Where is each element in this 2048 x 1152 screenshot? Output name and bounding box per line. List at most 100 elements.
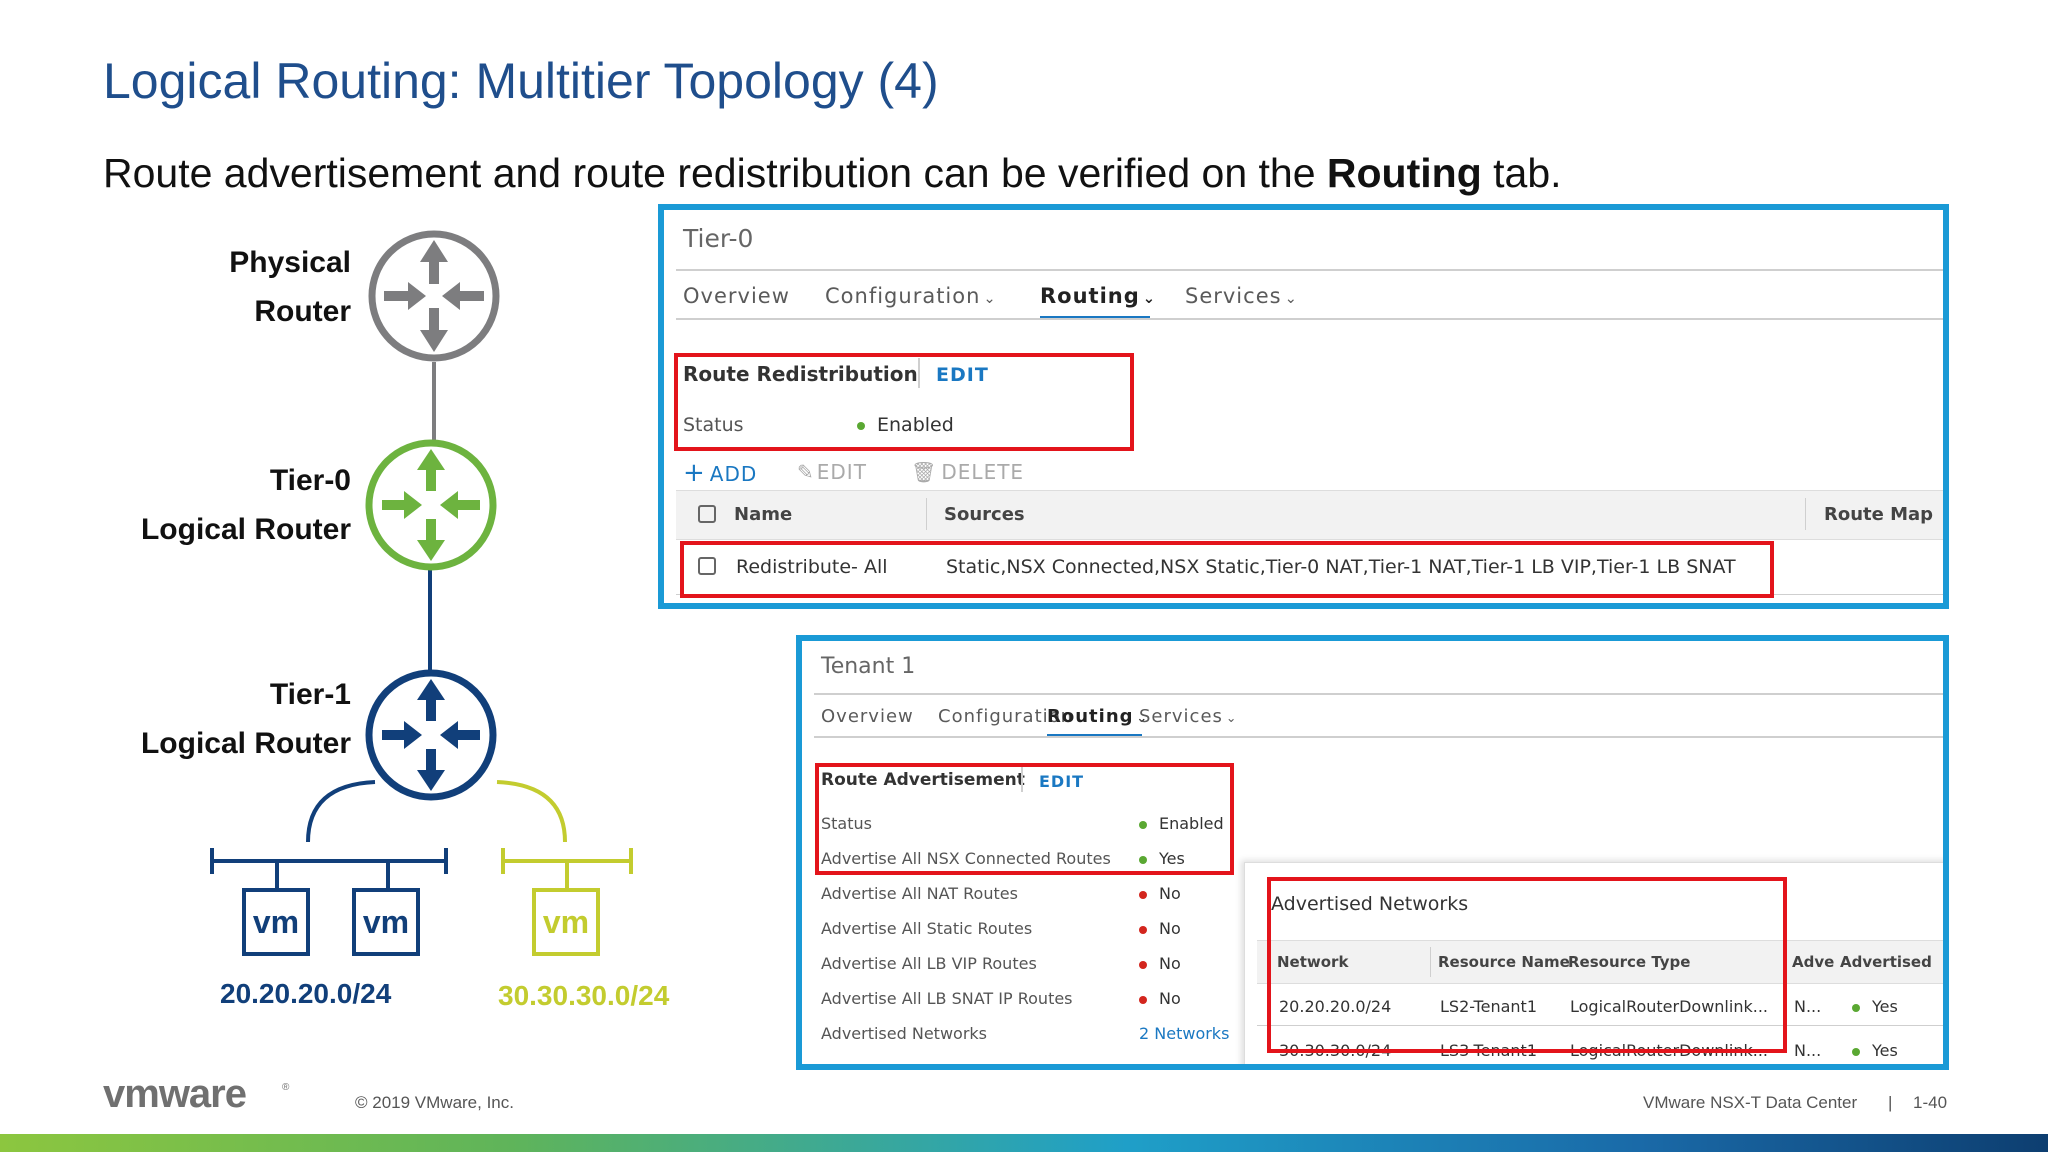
- physical-router-icon: [368, 230, 500, 362]
- tier0-router-label: Tier-0 Logical Router: [141, 456, 351, 554]
- tier1-router-label: Tier-1 Logical Router: [141, 670, 351, 768]
- edit-button[interactable]: ✎ EDIT: [797, 460, 867, 484]
- copyright: © 2019 VMware, Inc.: [355, 1093, 514, 1112]
- tier1-segment-a-link: [306, 780, 376, 843]
- divider: [814, 736, 1943, 738]
- status-dot-icon: [1139, 925, 1147, 934]
- delete-button-label: DELETE: [941, 460, 1025, 484]
- segment-a-bus: [210, 848, 448, 888]
- chevron-down-icon: ⌄: [1142, 290, 1157, 307]
- status-dot-icon: [1139, 890, 1147, 899]
- tab-routing-label: Routing: [1047, 706, 1134, 727]
- product-name: VMware NSX-T Data Center: [1643, 1093, 1858, 1112]
- tier0-router-icon: [365, 439, 497, 571]
- subnet-a-label: 20.20.20.0/24: [220, 978, 392, 1009]
- status-dot-icon: [1139, 995, 1147, 1004]
- tab-routing[interactable]: Routing ⌄: [1040, 284, 1156, 308]
- setting-label: Advertise All LB SNAT IP Routes: [821, 989, 1073, 1008]
- add-button[interactable]: + ADD: [683, 458, 757, 488]
- subtitle-end: tab.: [1481, 150, 1562, 196]
- setting-value-text: No: [1159, 884, 1181, 903]
- status-dot-icon: [1852, 1047, 1860, 1056]
- subnet-b-label: 30.30.30.0/24: [498, 980, 670, 1011]
- setting-value-text: No: [1159, 989, 1181, 1008]
- footer-separator: |: [1888, 1093, 1893, 1112]
- table-header: [676, 490, 1943, 540]
- tier0-panel: Tier-0 Overview Configuration ⌄ Routing ⌄ …: [658, 204, 1949, 609]
- advertised-networks-popup: Advertised Networks Network Resource Nam…: [1244, 862, 1943, 1064]
- tab-configuration-label: Configuration: [825, 284, 981, 308]
- divider: [814, 693, 1943, 695]
- delete-button[interactable]: 🗑 DELETE: [911, 460, 1024, 484]
- highlight-box: [815, 763, 1234, 875]
- edit-button-label: EDIT: [816, 460, 867, 484]
- tenant1-panel: Tenant 1 Overview Configuration ⌄ Routing…: [796, 635, 1949, 1070]
- highlight-box: [674, 353, 1134, 451]
- tier0-router-line2: Logical Router: [140, 513, 351, 546]
- pencil-icon: ✎: [797, 460, 815, 484]
- physical-router-line1: Physical: [229, 246, 351, 279]
- select-all-checkbox[interactable]: [698, 505, 716, 523]
- tier1-segment-b-link: [496, 780, 567, 843]
- chevron-down-icon: ⌄: [1284, 290, 1298, 307]
- tab-overview[interactable]: Overview: [821, 706, 914, 727]
- tier1-router-line1: Tier-1: [269, 678, 351, 711]
- physical-router-line2: Router: [254, 295, 351, 328]
- brand-gradient-bar: [0, 1134, 2048, 1152]
- column-route-map: Route Map: [1824, 504, 1934, 525]
- tab-routing-label: Routing: [1040, 284, 1140, 308]
- column-sources: Sources: [944, 504, 1025, 525]
- setting-label: Advertise All LB VIP Routes: [821, 954, 1037, 973]
- divider: [1805, 498, 1806, 530]
- add-button-label: ADD: [709, 462, 758, 486]
- tier0-panel-title: Tier-0: [683, 224, 754, 253]
- tab-services-label: Services: [1185, 284, 1282, 308]
- setting-value: No: [1139, 919, 1181, 938]
- vm-icon: vm: [242, 888, 310, 956]
- tab-services[interactable]: Services ⌄: [1139, 706, 1237, 727]
- setting-label: Advertised Networks: [821, 1024, 987, 1043]
- popup-row-adve: N...: [1794, 1041, 1822, 1060]
- popup-column-adve: Adve: [1792, 953, 1835, 971]
- status-dot-icon: [1139, 960, 1147, 969]
- trash-icon: 🗑: [911, 460, 938, 484]
- advertised-networks-link[interactable]: 2 Networks: [1139, 1024, 1229, 1043]
- tab-routing[interactable]: Routing ⌄: [1047, 706, 1148, 727]
- tab-configuration[interactable]: Configuration ⌄: [825, 284, 997, 308]
- column-name: Name: [734, 504, 793, 525]
- setting-value: No: [1139, 954, 1181, 973]
- popup-row-advertised: Yes: [1852, 997, 1898, 1016]
- tab-overview-label: Overview: [821, 706, 914, 727]
- vmware-logo-text: vmware: [103, 1076, 246, 1116]
- status-dot-icon: [1852, 1003, 1860, 1012]
- setting-value: No: [1139, 884, 1181, 903]
- divider: [676, 318, 1943, 320]
- tab-overview-label: Overview: [683, 284, 790, 308]
- tab-services-label: Services: [1139, 706, 1223, 727]
- segment-b-bus: [501, 848, 633, 888]
- tier0-router-line1: Tier-0: [269, 464, 351, 497]
- tier1-router-icon: [365, 669, 497, 801]
- setting-label: Advertise All Static Routes: [821, 919, 1033, 938]
- divider: [676, 269, 1943, 271]
- setting-value-text: No: [1159, 954, 1181, 973]
- tier1-router-line2: Logical Router: [140, 727, 351, 760]
- highlight-box: [1267, 877, 1787, 1053]
- divider: [926, 498, 927, 530]
- subtitle-bold: Routing: [1326, 150, 1482, 196]
- physical-router-label: Physical Router: [229, 238, 351, 336]
- popup-row-advertised-text: Yes: [1872, 1041, 1898, 1060]
- vmware-logo: vmware ®: [103, 1076, 290, 1116]
- vm-icon: vm: [532, 888, 600, 956]
- popup-row-adve: N...: [1794, 997, 1822, 1016]
- tab-services[interactable]: Services ⌄: [1185, 284, 1298, 308]
- chevron-down-icon: ⌄: [983, 290, 997, 307]
- popup-row-advertised: Yes: [1852, 1041, 1898, 1060]
- setting-value: No: [1139, 989, 1181, 1008]
- tenant1-panel-title: Tenant 1: [821, 654, 916, 679]
- popup-row-advertised-text: Yes: [1872, 997, 1898, 1016]
- setting-value-text: No: [1159, 919, 1181, 938]
- popup-column-advertised: Advertised: [1840, 953, 1932, 971]
- tab-overview[interactable]: Overview: [683, 284, 790, 308]
- highlight-box: [680, 541, 1774, 598]
